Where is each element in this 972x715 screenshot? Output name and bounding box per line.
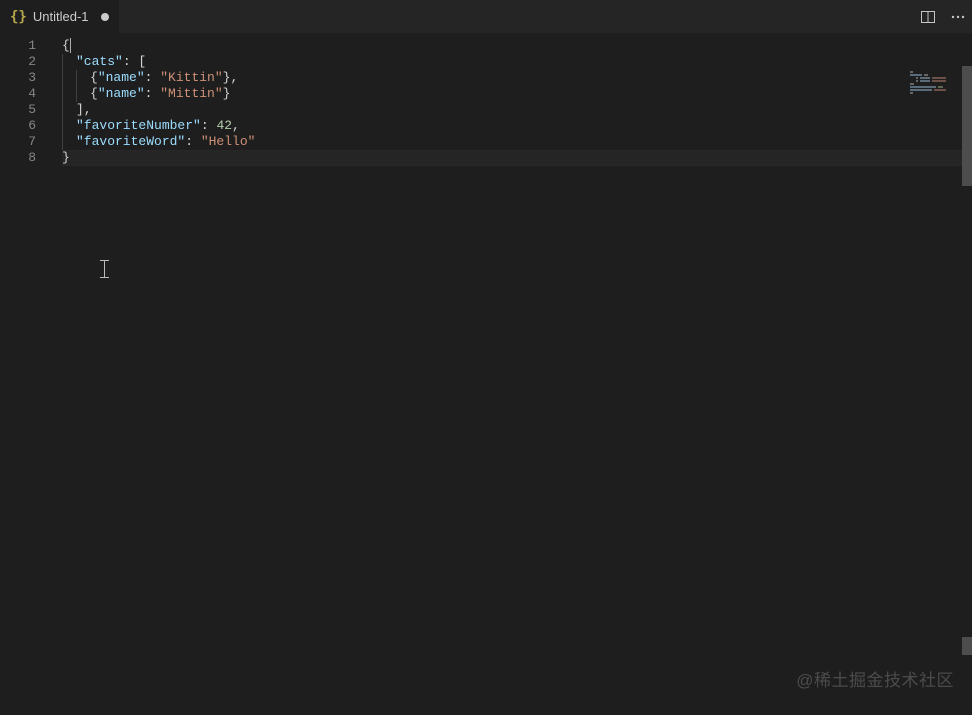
code-line[interactable]: ], (62, 102, 972, 118)
line-number: 8 (0, 150, 48, 166)
line-number-gutter: 12345678 (0, 33, 48, 715)
more-actions-icon[interactable] (950, 9, 966, 25)
minimap[interactable] (910, 71, 960, 95)
code-content[interactable]: {"cats": [{"name": "Kittin"},{"name": "M… (48, 33, 972, 715)
line-number: 4 (0, 86, 48, 102)
line-number: 6 (0, 118, 48, 134)
tab-title: Untitled-1 (33, 9, 89, 24)
line-number: 5 (0, 102, 48, 118)
text-caret (70, 38, 71, 53)
vertical-scrollbar[interactable] (960, 66, 972, 715)
code-line[interactable]: {"name": "Mittin"} (62, 86, 972, 102)
scroll-thumb-bottom[interactable] (962, 637, 972, 655)
scroll-thumb[interactable] (962, 66, 972, 186)
code-line[interactable]: } (62, 150, 972, 166)
code-line[interactable]: "favoriteWord": "Hello" (62, 134, 972, 150)
code-line[interactable]: {"name": "Kittin"}, (62, 70, 972, 86)
tab-untitled[interactable]: {} Untitled-1 (0, 0, 120, 33)
code-line[interactable]: "cats": [ (62, 54, 972, 70)
line-number: 3 (0, 70, 48, 86)
tab-bar: {} Untitled-1 (0, 0, 972, 33)
line-number: 7 (0, 134, 48, 150)
code-line[interactable]: { (62, 38, 972, 54)
editor-actions (920, 0, 966, 33)
split-editor-icon[interactable] (920, 9, 936, 25)
watermark-text: @稀土掘金技术社区 (796, 666, 954, 691)
line-number: 2 (0, 54, 48, 70)
json-icon: {} (10, 9, 27, 25)
unsaved-indicator-icon (101, 13, 109, 21)
code-line[interactable]: "favoriteNumber": 42, (62, 118, 972, 134)
editor-area[interactable]: 12345678 {"cats": [{"name": "Kittin"},{"… (0, 33, 972, 715)
line-number: 1 (0, 38, 48, 54)
